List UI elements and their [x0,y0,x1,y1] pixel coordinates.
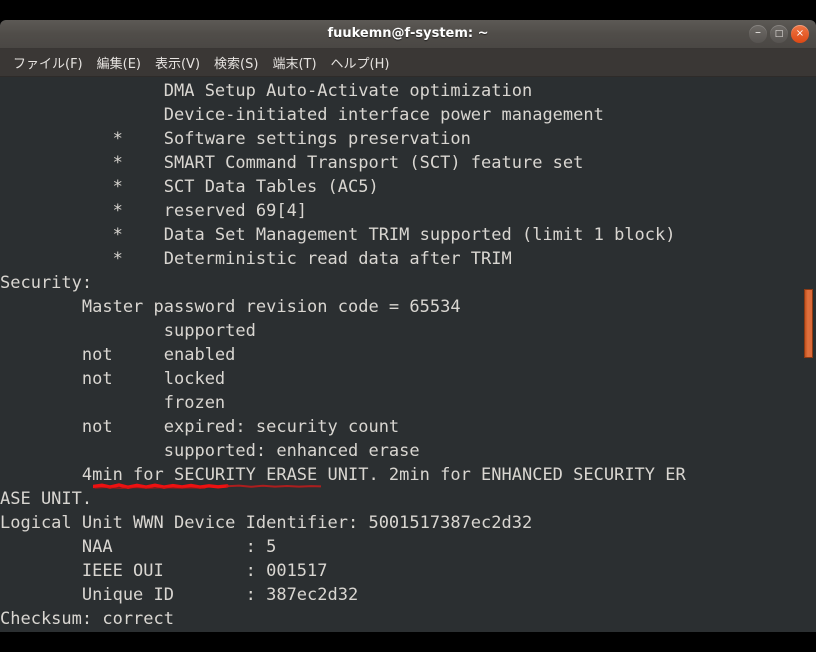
terminal-line: * Data Set Management TRIM supported (li… [0,225,676,245]
minimize-icon: – [755,25,761,39]
minimize-button[interactable]: – [749,25,767,43]
terminal-output: DMA Setup Auto-Activate optimization Dev… [0,79,816,631]
menu-item-view[interactable]: 表示(V) [148,50,207,75]
terminal-line: NAA : 5 [0,537,277,557]
terminal-line: not expired: security count [0,417,400,437]
menu-item-help[interactable]: ヘルプ(H) [324,50,397,75]
scrollbar-track[interactable] [803,77,816,632]
terminal-line: Unique ID : 387ec2d32 [0,585,359,605]
terminal-line: * Software settings preservation [0,129,471,149]
terminal-window: fuukemn@f-system: ~ – □ × ファイル(F) 編集(E) … [0,20,816,632]
title-bar[interactable]: fuukemn@f-system: ~ – □ × [0,20,816,49]
close-button[interactable]: × [791,25,809,43]
terminal-line: Master password revision code = 65534 [0,297,461,317]
terminal-line: supported [0,321,256,341]
terminal-line: * Deterministic read data after TRIM [0,249,512,269]
terminal-line: Checksum: correct [0,609,174,629]
maximize-button[interactable]: □ [770,25,788,43]
window-controls: – □ × [749,25,809,43]
menu-item-search[interactable]: 検索(S) [207,50,265,75]
terminal-line: DMA Setup Auto-Activate optimization [0,81,533,101]
terminal-line: not locked [0,369,226,389]
menu-item-file[interactable]: ファイル(F) [6,50,90,75]
terminal-line: * SCT Data Tables (AC5) [0,177,379,197]
menu-bar: ファイル(F) 編集(E) 表示(V) 検索(S) 端末(T) ヘルプ(H) [0,49,816,77]
terminal-line: IEEE OUI : 001517 [0,561,328,581]
terminal-line: frozen [0,393,226,413]
close-icon: × [795,28,805,39]
terminal-line: ASE UNIT. [0,489,93,509]
terminal-line: Logical Unit WWN Device Identifier: 5001… [0,513,533,533]
terminal-line: * SMART Command Transport (SCT) feature … [0,153,584,173]
scrollbar-thumb[interactable] [804,289,813,358]
menu-item-terminal[interactable]: 端末(T) [265,50,323,75]
window-title: fuukemn@f-system: ~ [327,26,489,41]
terminal-line: not enabled [0,345,236,365]
terminal-line: * reserved 69[4] [0,201,308,221]
terminal-line: Security: [0,273,93,293]
terminal-line: Device-initiated interface power managem… [0,105,604,125]
menu-item-edit[interactable]: 編集(E) [90,50,148,75]
maximize-icon: □ [774,29,784,39]
terminal-line: supported: enhanced erase [0,441,420,461]
terminal-line: 4min for SECURITY ERASE UNIT. 2min for E… [0,465,686,485]
terminal-area[interactable]: DMA Setup Auto-Activate optimization Dev… [0,77,816,632]
